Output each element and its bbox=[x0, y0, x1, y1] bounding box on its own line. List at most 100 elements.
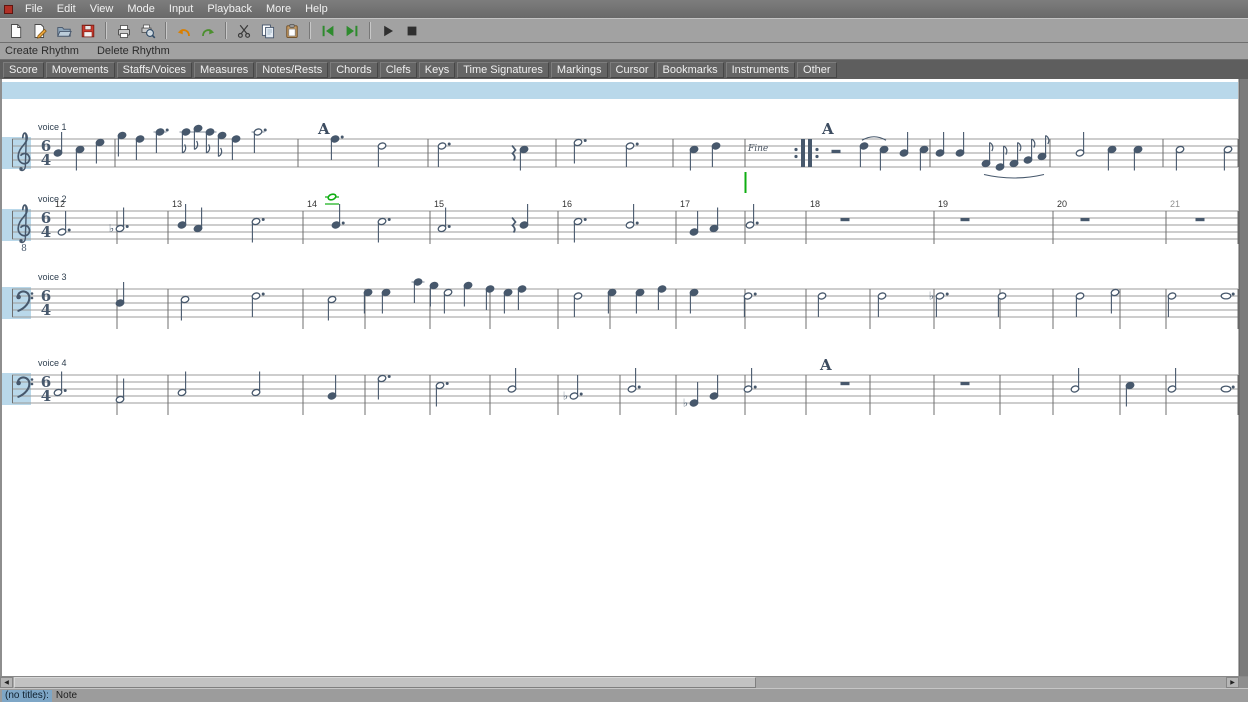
note[interactable] bbox=[859, 142, 868, 167]
menu-file[interactable]: File bbox=[18, 1, 50, 17]
tab-movements[interactable]: Movements bbox=[46, 62, 115, 78]
copy-button[interactable] bbox=[257, 20, 279, 41]
scrollbar-thumb[interactable] bbox=[14, 677, 756, 688]
note[interactable] bbox=[935, 132, 944, 157]
score-text[interactable]: Fine bbox=[747, 144, 768, 154]
tab-measures[interactable]: Measures bbox=[194, 62, 254, 78]
menu-mode[interactable]: Mode bbox=[120, 1, 162, 17]
measure-rest[interactable] bbox=[841, 218, 850, 221]
selected-note[interactable] bbox=[325, 193, 339, 204]
note[interactable] bbox=[517, 285, 526, 310]
tab-time-signatures[interactable]: Time Signatures bbox=[457, 62, 549, 78]
tab-notes-rests[interactable]: Notes/Rests bbox=[256, 62, 328, 78]
delete-rhythm-button[interactable]: Delete Rhythm bbox=[97, 45, 170, 57]
rehearsal-mark[interactable]: A bbox=[819, 356, 832, 374]
measure-number: 13 bbox=[172, 199, 182, 209]
time-signature-denominator[interactable]: 4 bbox=[41, 387, 51, 405]
new-document-button[interactable] bbox=[5, 20, 27, 41]
measure-number: 17 bbox=[680, 199, 690, 209]
paste-button[interactable] bbox=[281, 20, 303, 41]
note[interactable] bbox=[231, 135, 240, 160]
note[interactable] bbox=[1167, 368, 1176, 393]
measure-number: 15 bbox=[434, 199, 444, 209]
note[interactable] bbox=[573, 292, 582, 317]
note[interactable] bbox=[997, 292, 1006, 317]
tab-bookmarks[interactable]: Bookmarks bbox=[657, 62, 724, 78]
menu-playback[interactable]: Playback bbox=[200, 1, 259, 17]
rehearsal-mark[interactable]: A bbox=[317, 120, 330, 138]
note[interactable] bbox=[711, 142, 720, 167]
tab-staffs-voices[interactable]: Staffs/Voices bbox=[117, 62, 192, 78]
note[interactable] bbox=[53, 132, 62, 157]
voice-label: voice 4 bbox=[38, 358, 67, 368]
tab-score[interactable]: Score bbox=[3, 62, 44, 78]
open-document-button[interactable] bbox=[53, 20, 75, 41]
note[interactable] bbox=[377, 142, 386, 167]
note[interactable]: ♭ bbox=[109, 208, 129, 236]
note[interactable] bbox=[689, 211, 698, 236]
note[interactable] bbox=[507, 368, 516, 393]
time-signature-denominator[interactable]: 4 bbox=[41, 223, 51, 241]
note[interactable] bbox=[817, 292, 826, 317]
go-to-end-button[interactable] bbox=[341, 20, 363, 41]
stop-button[interactable] bbox=[401, 20, 423, 41]
time-signature-denominator[interactable]: 4 bbox=[41, 151, 51, 169]
note[interactable] bbox=[1075, 132, 1084, 157]
tab-keys[interactable]: Keys bbox=[419, 62, 455, 78]
note[interactable] bbox=[154, 128, 169, 153]
measure-rest[interactable] bbox=[961, 382, 970, 385]
note[interactable] bbox=[955, 132, 964, 157]
note[interactable] bbox=[1167, 292, 1176, 317]
measure-rest[interactable] bbox=[1081, 218, 1090, 221]
rehearsal-mark[interactable]: A bbox=[821, 120, 834, 138]
print-button[interactable] bbox=[113, 20, 135, 41]
measure-rest[interactable] bbox=[841, 382, 850, 385]
tab-chords[interactable]: Chords bbox=[330, 62, 377, 78]
measure-rest[interactable] bbox=[961, 218, 970, 221]
menu-input[interactable]: Input bbox=[162, 1, 200, 17]
measure-number: 18 bbox=[810, 199, 820, 209]
note[interactable] bbox=[412, 278, 425, 303]
note[interactable] bbox=[1070, 368, 1079, 393]
play-button[interactable] bbox=[377, 20, 399, 41]
redo-button[interactable] bbox=[197, 20, 219, 41]
half-rest[interactable] bbox=[832, 150, 841, 153]
note[interactable] bbox=[877, 292, 886, 317]
voice-label: voice 3 bbox=[38, 272, 67, 282]
print-preview-button[interactable] bbox=[137, 20, 159, 41]
note[interactable] bbox=[327, 375, 336, 400]
note[interactable] bbox=[204, 128, 217, 153]
note[interactable] bbox=[519, 204, 528, 229]
note[interactable] bbox=[709, 375, 718, 400]
scroll-right-button[interactable]: ▶ bbox=[1226, 677, 1239, 688]
tab-instruments[interactable]: Instruments bbox=[726, 62, 795, 78]
note[interactable]: ♭ bbox=[929, 291, 949, 318]
note[interactable] bbox=[180, 128, 193, 153]
note[interactable] bbox=[1075, 292, 1084, 317]
tab-cursor[interactable]: Cursor bbox=[610, 62, 655, 78]
go-to-start-button[interactable] bbox=[317, 20, 339, 41]
scroll-left-button[interactable]: ◀ bbox=[0, 677, 13, 688]
save-as-button[interactable] bbox=[29, 20, 51, 41]
menu-view[interactable]: View bbox=[83, 1, 121, 17]
tab-markings[interactable]: Markings bbox=[551, 62, 608, 78]
score-canvas[interactable]: 64voice 1AAFine864voice 2121314151617181… bbox=[0, 79, 1248, 676]
menu-help[interactable]: Help bbox=[298, 1, 335, 17]
tab-clefs[interactable]: Clefs bbox=[380, 62, 417, 78]
menu-more[interactable]: More bbox=[259, 1, 298, 17]
save-document-button[interactable] bbox=[77, 20, 99, 41]
app-icon bbox=[4, 5, 13, 14]
note[interactable] bbox=[135, 135, 144, 160]
undo-button[interactable] bbox=[173, 20, 195, 41]
score-view[interactable]: 64voice 1AAFine864voice 2121314151617181… bbox=[0, 79, 1248, 676]
measure-rest[interactable] bbox=[1196, 218, 1205, 221]
note[interactable] bbox=[899, 132, 908, 157]
note[interactable] bbox=[252, 128, 267, 153]
cut-button[interactable] bbox=[233, 20, 255, 41]
horizontal-scrollbar[interactable]: ◀ ▶ bbox=[0, 676, 1248, 688]
create-rhythm-button[interactable]: Create Rhythm bbox=[5, 45, 79, 57]
time-signature-denominator[interactable]: 4 bbox=[41, 301, 51, 319]
menu-edit[interactable]: Edit bbox=[50, 1, 83, 17]
note[interactable] bbox=[657, 285, 666, 310]
tab-other[interactable]: Other bbox=[797, 62, 837, 78]
